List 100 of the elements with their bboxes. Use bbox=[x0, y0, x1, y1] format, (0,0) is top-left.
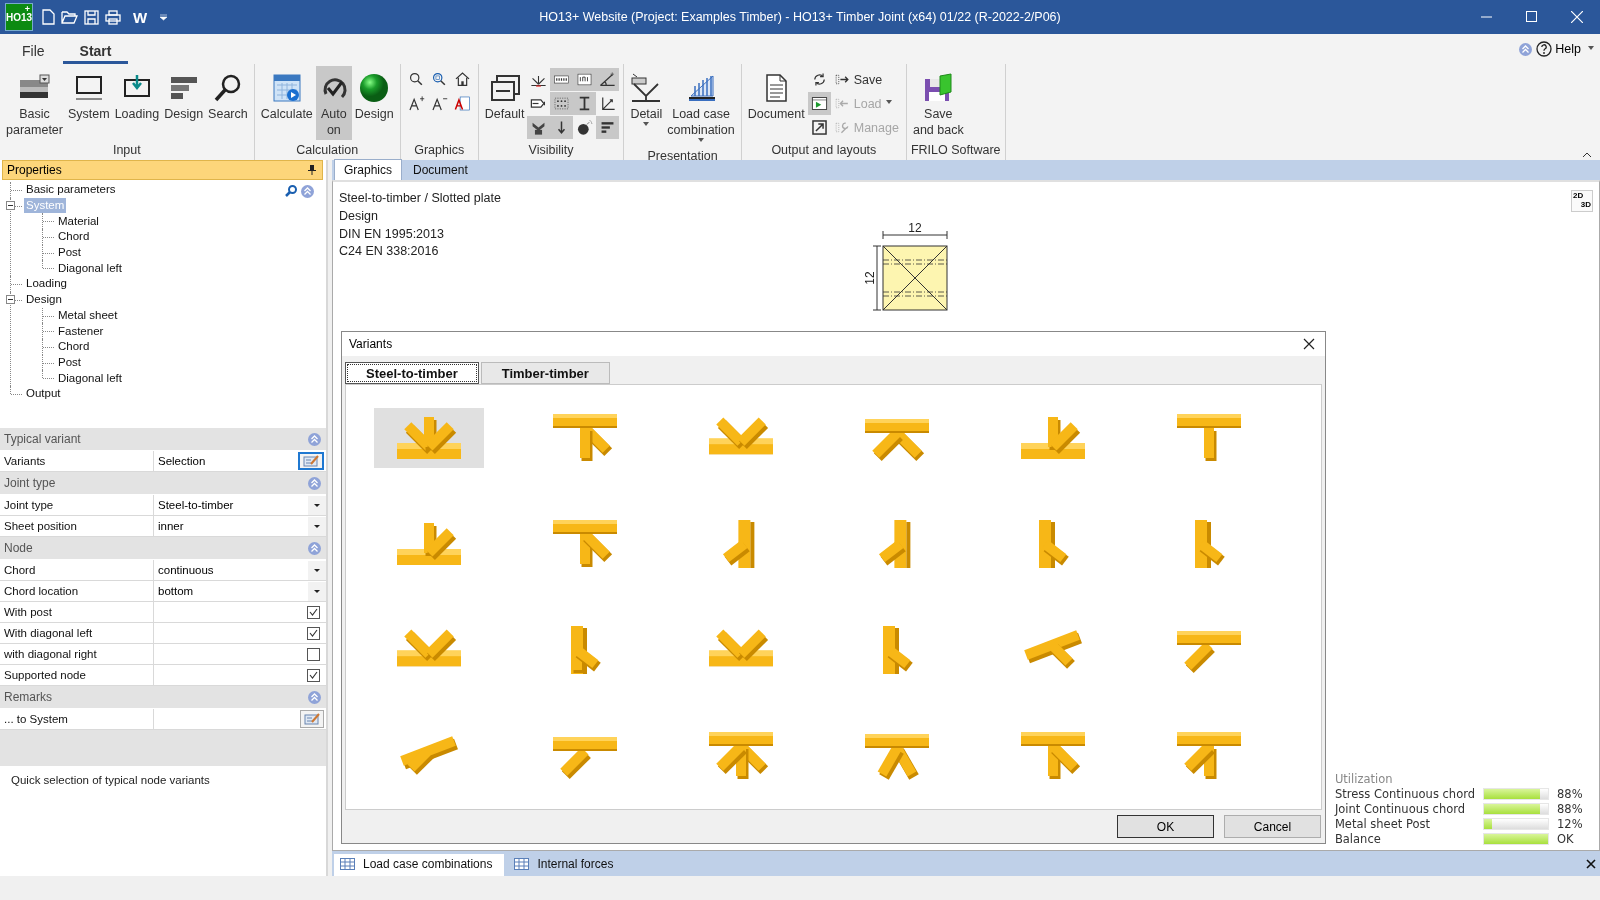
property-value: Selection bbox=[158, 455, 206, 467]
utilization-label: Joint Continuous chord bbox=[1334, 802, 1467, 816]
tree-item[interactable]: Basic parameters bbox=[24, 182, 118, 198]
ribbon-group-label: Visibility bbox=[527, 142, 575, 159]
ribbon-button[interactable]: Detail bbox=[628, 66, 665, 136]
ribbon-button[interactable]: Save and back bbox=[910, 66, 966, 140]
cancel-button[interactable]: Cancel bbox=[1224, 815, 1321, 839]
edit-button[interactable] bbox=[300, 710, 324, 728]
tree-item[interactable]: Loading bbox=[24, 276, 69, 292]
tree-item[interactable]: Chord bbox=[56, 229, 92, 245]
close-icon[interactable] bbox=[1586, 858, 1596, 869]
view-tab[interactable]: Document bbox=[404, 160, 477, 180]
table-icon bbox=[340, 858, 355, 870]
utilization-value: 88% bbox=[1557, 787, 1584, 801]
view-toggle-button[interactable]: 2D 3D bbox=[1571, 190, 1593, 212]
property-label: Sheet position bbox=[4, 520, 77, 532]
toolbar-button[interactable] bbox=[527, 116, 551, 139]
section-header[interactable]: Node bbox=[0, 537, 326, 560]
section-title: Node bbox=[4, 541, 33, 555]
tree-item[interactable]: Diagonal left bbox=[56, 260, 124, 276]
panel-title: Properties bbox=[7, 163, 62, 177]
ribbon-button[interactable]: Calculate bbox=[258, 66, 315, 136]
dimension-label: 12 bbox=[908, 222, 922, 235]
app-logo: HO13 + bbox=[5, 3, 33, 31]
view-tab[interactable]: Graphics bbox=[334, 159, 403, 180]
bottom-tab[interactable]: Load case combinations bbox=[334, 854, 505, 876]
dropdown-field[interactable]: inner bbox=[154, 516, 326, 536]
new-file-icon[interactable] bbox=[41, 9, 55, 25]
dropdown-field[interactable]: continuous bbox=[154, 560, 326, 580]
menu-tab[interactable]: File bbox=[8, 34, 59, 64]
ok-button[interactable]: OK bbox=[1117, 815, 1214, 839]
checkbox[interactable] bbox=[307, 668, 320, 682]
property-label: With post bbox=[4, 606, 52, 618]
toolbar-button[interactable] bbox=[807, 92, 831, 115]
close-icon[interactable] bbox=[1303, 338, 1315, 351]
tree-item[interactable]: Metal sheet bbox=[56, 307, 120, 323]
dropdown-field[interactable]: bottom bbox=[154, 581, 326, 601]
checkbox[interactable] bbox=[307, 605, 320, 619]
calculator-icon bbox=[270, 72, 303, 104]
collapse-box-icon[interactable] bbox=[6, 200, 15, 210]
collapse-circle-icon[interactable] bbox=[308, 541, 321, 555]
ribbon-button[interactable]: Loading bbox=[112, 66, 162, 136]
toolbar-button[interactable] bbox=[550, 116, 574, 139]
font-increase-icon bbox=[406, 94, 426, 113]
help-button[interactable]: Help bbox=[1536, 41, 1594, 57]
toolbar-button[interactable] bbox=[573, 92, 597, 115]
checkbox[interactable] bbox=[307, 647, 320, 661]
collapse-circle-icon[interactable] bbox=[301, 185, 314, 198]
ribbon-button[interactable]: Design bbox=[162, 66, 206, 136]
ribbon-button[interactable]: Design bbox=[352, 66, 396, 136]
section-title: Typical variant bbox=[4, 432, 81, 446]
description-text: Quick selection of typical node variants bbox=[11, 774, 210, 786]
dropdown-field[interactable]: Steel-to-timber bbox=[154, 495, 326, 515]
tree-item[interactable]: Material bbox=[56, 213, 101, 229]
open-folder-icon[interactable] bbox=[61, 10, 78, 24]
tree-item[interactable]: Design bbox=[24, 292, 64, 308]
ribbon-button[interactable]: Auto on bbox=[315, 66, 352, 140]
ribbon-button[interactable]: Default bbox=[482, 66, 527, 136]
property-label: With diagonal left bbox=[4, 627, 93, 639]
quick-access-letter[interactable]: W bbox=[127, 8, 154, 26]
ribbon-button[interactable]: Document bbox=[745, 66, 807, 136]
collapse-circle-icon[interactable] bbox=[1519, 42, 1533, 56]
tree-item[interactable]: Fastener bbox=[56, 323, 106, 339]
toolbar-button[interactable] bbox=[596, 116, 620, 139]
tree-item[interactable]: Post bbox=[56, 354, 83, 370]
tree-item[interactable]: Chord bbox=[56, 339, 92, 355]
tree-item[interactable]: Diagonal left bbox=[56, 370, 124, 386]
edit-button[interactable] bbox=[298, 452, 324, 470]
section-header[interactable]: Remarks bbox=[0, 686, 326, 709]
ribbon-button[interactable]: Save bbox=[830, 68, 902, 91]
ribbon-button[interactable]: Basic parameter bbox=[4, 66, 65, 140]
section-header[interactable]: Typical variant bbox=[0, 428, 326, 451]
section-header[interactable]: Joint type bbox=[0, 472, 326, 495]
ribbon-button[interactable]: Load case combination bbox=[665, 66, 737, 147]
dialog-tab[interactable]: Steel-to-timber bbox=[345, 362, 479, 385]
collapse-ribbon-icon[interactable] bbox=[1582, 152, 1592, 158]
search-icon[interactable] bbox=[285, 185, 297, 197]
utilization-title: Utilization bbox=[1334, 772, 1394, 786]
checkbox[interactable] bbox=[307, 626, 320, 640]
customize-caret-icon[interactable] bbox=[159, 13, 169, 21]
bottom-tab[interactable]: Internal forces bbox=[508, 854, 626, 876]
ribbon-button[interactable]: System bbox=[66, 66, 112, 136]
collapse-circle-icon[interactable] bbox=[308, 432, 321, 446]
print-icon[interactable] bbox=[105, 9, 121, 25]
utilization-label: Metal sheet Post bbox=[1334, 817, 1431, 831]
collapse-circle-icon[interactable] bbox=[308, 476, 321, 490]
menu-tab[interactable]: Start bbox=[62, 34, 129, 64]
toolbar-button[interactable] bbox=[596, 68, 620, 91]
collapse-box-icon[interactable] bbox=[6, 294, 15, 304]
pin-icon[interactable] bbox=[308, 165, 316, 175]
ribbon-button[interactable]: Search bbox=[206, 66, 250, 136]
collapse-circle-icon[interactable] bbox=[308, 690, 321, 704]
tree-item[interactable]: Output bbox=[24, 386, 63, 402]
dialog-title: Variants bbox=[349, 337, 393, 352]
dialog-tab[interactable]: Timber-timber bbox=[480, 362, 610, 385]
tree-item[interactable]: Post bbox=[56, 245, 83, 261]
expand-icon bbox=[809, 118, 829, 137]
windows-icon bbox=[488, 72, 521, 104]
angle-icon bbox=[598, 70, 618, 89]
save-icon[interactable] bbox=[84, 9, 99, 25]
